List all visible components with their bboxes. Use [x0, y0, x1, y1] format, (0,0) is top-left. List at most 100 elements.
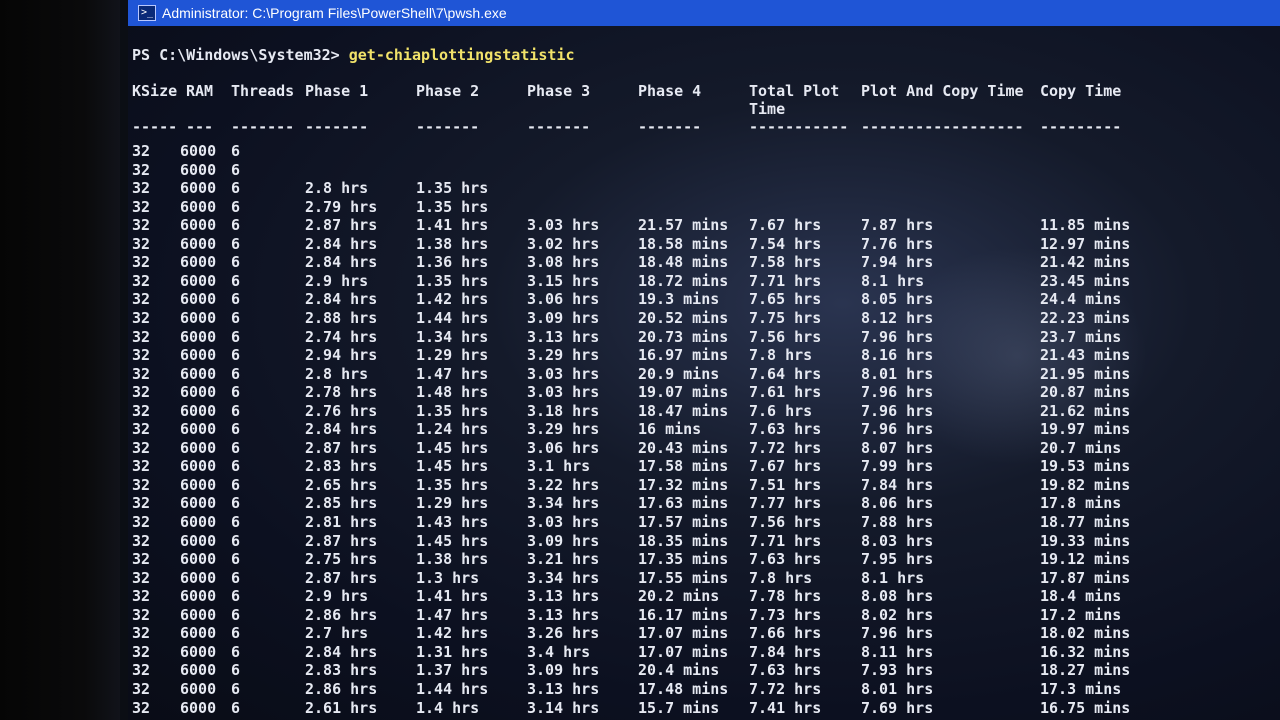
cell-copy-time: 20.87 mins — [1040, 383, 1131, 402]
cell-ram: 6000 — [180, 271, 217, 290]
cell-phase3: 3.13 hrs — [527, 679, 600, 698]
table-row: 32 6000 6 — [128, 161, 1280, 179]
cell-phase1: 2.88 hrs — [305, 308, 378, 327]
cell-phase1: 2.86 hrs — [305, 605, 378, 624]
cell-threads: 6 — [231, 513, 241, 531]
cell-plot-and-copy-time: 7.96 hrs — [861, 420, 934, 439]
cell-plot-and-copy-time: 8.08 hrs — [861, 587, 934, 606]
cell-threads: 6 — [231, 327, 241, 346]
cell-plot-and-copy-time: 8.16 hrs — [861, 346, 934, 365]
cell-phase2: 1.38 hrs — [416, 550, 489, 569]
table-row: 32 6000 6 2.87 hrs 1.45 hrs 3.06 hrs 20.43 min… — [128, 439, 1280, 457]
cell-phase1: 2.87 hrs — [305, 531, 378, 550]
cell-phase2: 1.34 hrs — [416, 327, 489, 346]
cell-phase2: 1.45 hrs — [416, 457, 489, 476]
cell-phase4: 20.73 mins — [638, 327, 729, 346]
cell-ram: 6000 — [180, 605, 217, 624]
cell-phase1: 2.85 hrs — [305, 494, 378, 513]
cell-copy-time: 18.77 mins — [1040, 513, 1131, 531]
cell-ksize: 32 — [132, 438, 151, 457]
cell-phase4: 19.3 mins — [638, 290, 720, 309]
dash-ram: --- — [186, 118, 214, 136]
cell-phase4: 17.32 mins — [638, 475, 729, 494]
cell-ksize: 32 — [132, 364, 151, 383]
cell-ram: 6000 — [180, 550, 217, 569]
cell-copy-time: 19.33 mins — [1040, 531, 1131, 550]
cell-plot-and-copy-time: 7.96 hrs — [861, 624, 934, 643]
cell-phase4: 20.9 mins — [638, 364, 720, 383]
cell-ram: 6000 — [180, 308, 217, 327]
cell-total-plot-time: 7.56 hrs — [749, 327, 822, 346]
cell-ram: 6000 — [180, 457, 217, 476]
cell-phase1: 2.9 hrs — [305, 271, 369, 290]
cell-ksize: 32 — [132, 698, 151, 717]
cell-ram: 6000 — [180, 475, 217, 494]
cell-phase1: 2.83 hrs — [305, 457, 378, 476]
command-prompt: PS C:\Windows\System32> get-chiaplotting… — [132, 46, 575, 64]
cell-threads: 6 — [231, 364, 241, 383]
cell-phase4: 18.48 mins — [638, 253, 729, 272]
dash-copy: --------- — [1040, 118, 1122, 136]
header-separator: ----- --- ------- ------- ------- ------… — [128, 118, 1280, 136]
cell-phase4: 20.43 mins — [638, 438, 729, 457]
cell-ram: 6000 — [180, 568, 217, 587]
table-row: 32 6000 6 2.84 hrs 1.36 hrs 3.08 hrs 18.48 min… — [128, 253, 1280, 271]
cell-total-plot-time: 7.75 hrs — [749, 308, 822, 327]
cell-ksize: 32 — [132, 160, 151, 179]
table-row: 32 6000 6 2.83 hrs 1.37 hrs 3.09 hrs 20.4 mins… — [128, 661, 1280, 679]
cell-plot-and-copy-time: 7.96 hrs — [861, 383, 934, 402]
cell-phase4: 17.57 mins — [638, 513, 729, 531]
cell-plot-and-copy-time: 7.96 hrs — [861, 401, 934, 420]
cell-copy-time: 19.97 mins — [1040, 420, 1131, 439]
cell-phase3: 3.08 hrs — [527, 253, 600, 272]
cell-ksize: 32 — [132, 234, 151, 253]
cell-phase3: 3.13 hrs — [527, 605, 600, 624]
cell-phase1: 2.84 hrs — [305, 420, 378, 439]
cell-plot-and-copy-time: 7.88 hrs — [861, 513, 934, 531]
cell-phase4: 18.72 mins — [638, 271, 729, 290]
cell-phase2: 1.43 hrs — [416, 513, 489, 531]
cell-ksize: 32 — [132, 568, 151, 587]
header-total-line1: Total Plot — [749, 82, 840, 100]
cell-ksize: 32 — [132, 661, 151, 680]
cell-ksize: 32 — [132, 401, 151, 420]
cell-phase2: 1.35 hrs — [416, 401, 489, 420]
cell-threads: 6 — [231, 605, 241, 624]
table-row: 32 6000 6 2.8 hrs 1.35 hrs — [128, 179, 1280, 197]
cell-phase1: 2.9 hrs — [305, 587, 369, 606]
cell-threads: 6 — [231, 642, 241, 661]
cell-phase3: 3.26 hrs — [527, 624, 600, 643]
cell-plot-and-copy-time: 8.12 hrs — [861, 308, 934, 327]
cell-threads: 6 — [231, 661, 241, 680]
cell-phase2: 1.42 hrs — [416, 624, 489, 643]
cell-phase2: 1.35 hrs — [416, 197, 489, 216]
dash-phase4: ------- — [638, 118, 702, 136]
cell-phase1: 2.94 hrs — [305, 346, 378, 365]
cell-phase1: 2.83 hrs — [305, 661, 378, 680]
cell-ksize: 32 — [132, 179, 151, 198]
cell-ram: 6000 — [180, 234, 217, 253]
cell-phase2: 1.44 hrs — [416, 308, 489, 327]
cell-copy-time: 16.32 mins — [1040, 642, 1131, 661]
cell-total-plot-time: 7.63 hrs — [749, 661, 822, 680]
cell-plot-and-copy-time: 7.94 hrs — [861, 253, 934, 272]
cell-threads: 6 — [231, 494, 241, 513]
terminal-area[interactable]: PS C:\Windows\System32> get-chiaplotting… — [128, 26, 1280, 720]
cell-threads: 6 — [231, 253, 241, 272]
cell-ksize: 32 — [132, 624, 151, 643]
table-row: 32 6000 6 2.88 hrs 1.44 hrs 3.09 hrs 20.52 min… — [128, 309, 1280, 327]
cell-copy-time: 21.95 mins — [1040, 364, 1131, 383]
cell-copy-time: 11.85 mins — [1040, 216, 1131, 235]
cell-copy-time: 20.7 mins — [1040, 438, 1122, 457]
cell-threads: 6 — [231, 142, 241, 160]
table-row: 32 6000 6 2.9 hrs 1.41 hrs 3.13 hrs 20.2 mins 7… — [128, 587, 1280, 605]
cell-plot-and-copy-time: 7.69 hrs — [861, 698, 934, 717]
cell-phase3: 3.06 hrs — [527, 290, 600, 309]
cell-threads: 6 — [231, 179, 241, 198]
cell-phase4: 15.7 mins — [638, 698, 720, 717]
dash-phase3: ------- — [527, 118, 591, 136]
cell-ram: 6000 — [180, 216, 217, 235]
window-titlebar[interactable]: >_ Administrator: C:\Program Files\Power… — [128, 0, 1280, 26]
table-row: 32 6000 6 2.85 hrs 1.29 hrs 3.34 hrs 17.63 min… — [128, 494, 1280, 512]
cell-phase4: 20.52 mins — [638, 308, 729, 327]
